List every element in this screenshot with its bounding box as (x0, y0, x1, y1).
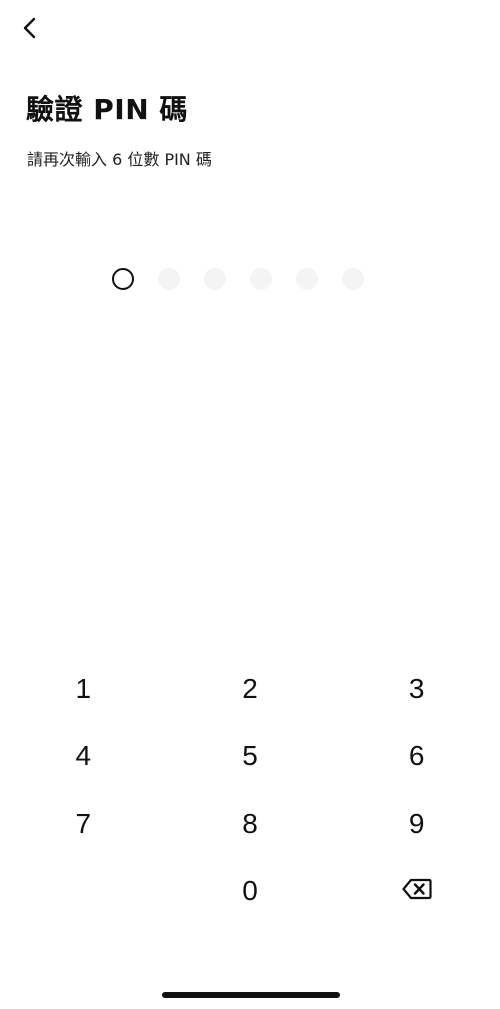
key-1[interactable]: 1 (0, 655, 167, 723)
numeric-keypad: 1 2 3 4 5 6 7 8 9 0 (0, 655, 500, 925)
pin-indicator (112, 268, 388, 290)
backspace-button[interactable] (333, 858, 500, 926)
key-blank (0, 858, 167, 926)
home-indicator[interactable] (162, 992, 340, 998)
key-0[interactable]: 0 (167, 858, 334, 926)
keypad-row: 0 (0, 858, 500, 926)
pin-dot (250, 268, 272, 290)
key-7[interactable]: 7 (0, 790, 167, 858)
chevron-left-icon (20, 16, 40, 44)
key-3[interactable]: 3 (333, 655, 500, 723)
keypad-row: 4 5 6 (0, 723, 500, 791)
pin-dot (204, 268, 226, 290)
page-subtitle: 請再次輸入 6 位數 PIN 碼 (27, 150, 212, 169)
key-6[interactable]: 6 (333, 723, 500, 791)
back-button[interactable] (14, 14, 46, 46)
key-9[interactable]: 9 (333, 790, 500, 858)
page-title: 驗證 PIN 碼 (26, 93, 188, 126)
key-5[interactable]: 5 (167, 723, 334, 791)
pin-dot (342, 268, 364, 290)
pin-dot (296, 268, 318, 290)
backspace-icon (402, 875, 432, 907)
pin-dot (112, 268, 134, 290)
pin-dot (158, 268, 180, 290)
key-2[interactable]: 2 (167, 655, 334, 723)
key-4[interactable]: 4 (0, 723, 167, 791)
key-8[interactable]: 8 (167, 790, 334, 858)
keypad-row: 7 8 9 (0, 790, 500, 858)
keypad-row: 1 2 3 (0, 655, 500, 723)
